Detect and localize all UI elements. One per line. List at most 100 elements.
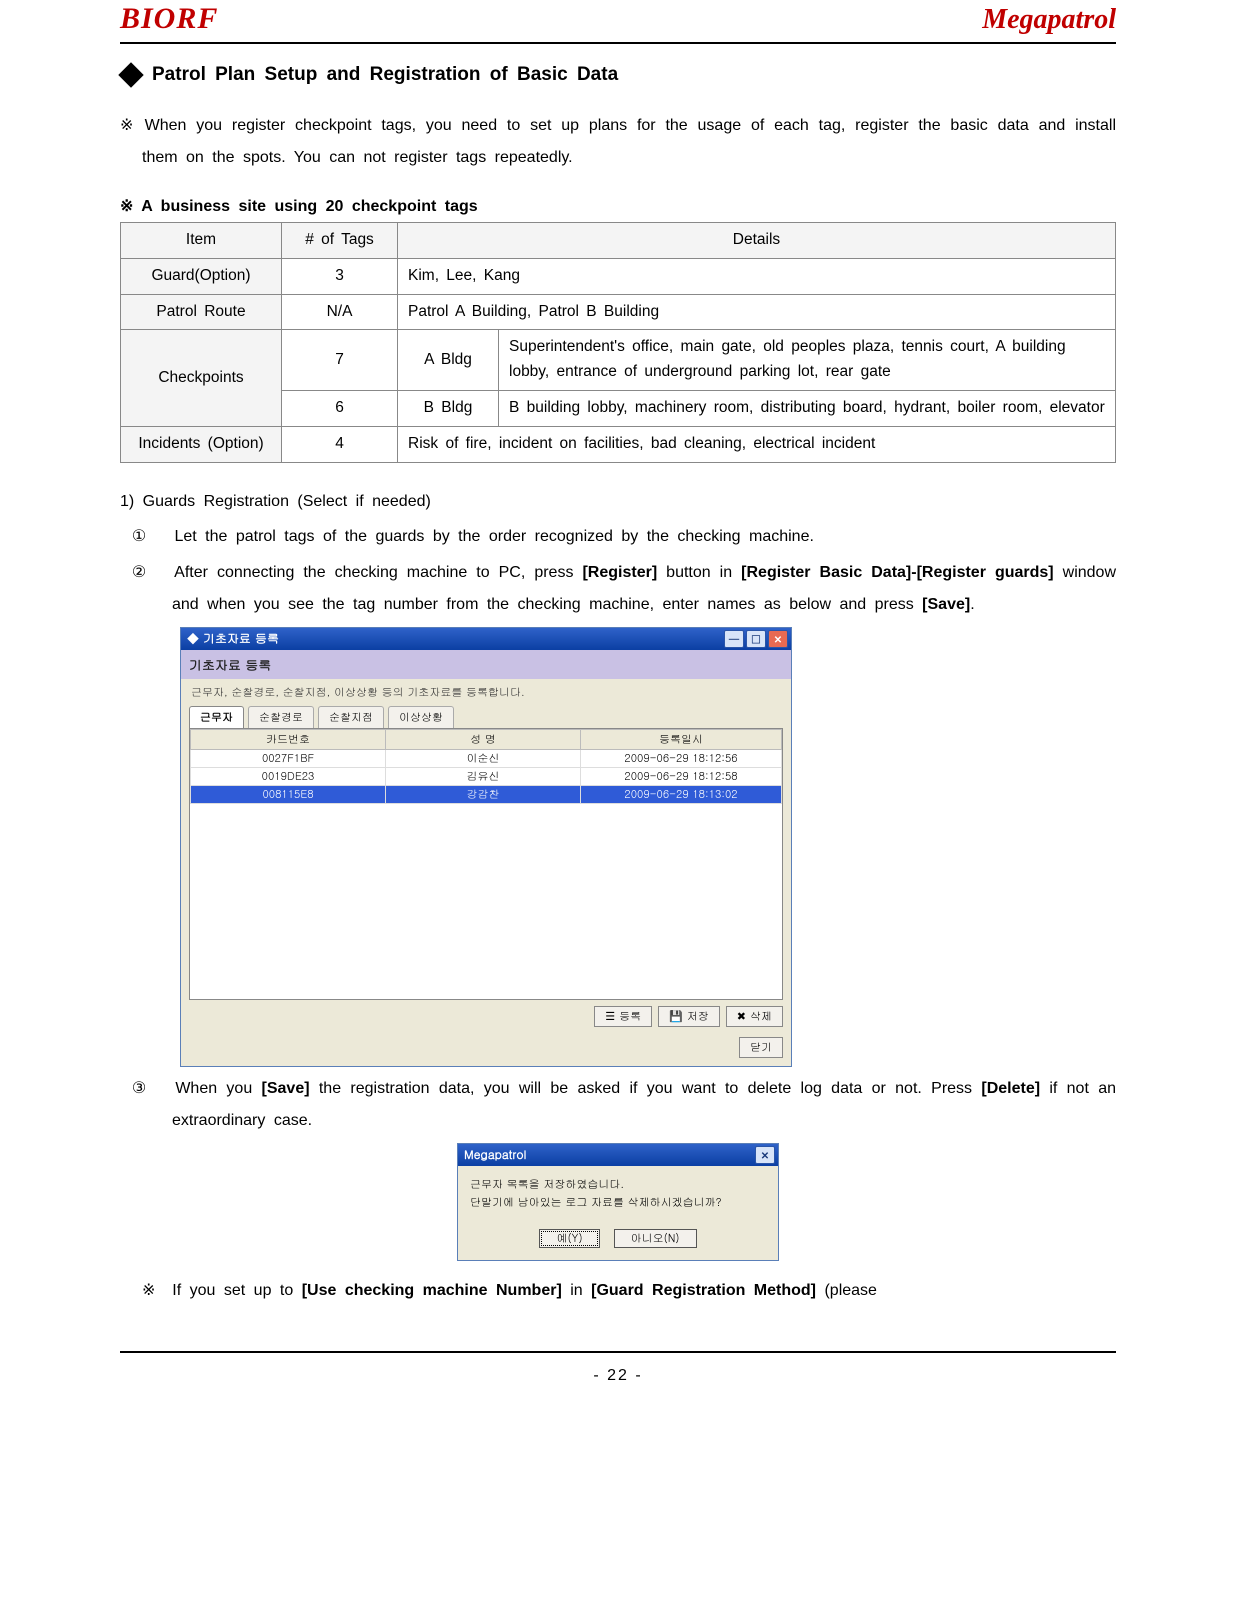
window-title: ◆ 기초자료 등록 xyxy=(187,630,279,647)
table-row: Guard(Option) 3 Kim, Lee, Kang xyxy=(121,258,1116,294)
cell-item: Guard(Option) xyxy=(121,258,282,294)
cell: 2009-06-29 18:13:02 xyxy=(581,785,782,803)
cell: 김유신 xyxy=(386,767,581,785)
footnote: ※ If you set up to [Use checking machine… xyxy=(120,1275,1116,1307)
cell-tags: 3 xyxy=(282,258,398,294)
minimize-button[interactable]: — xyxy=(724,630,744,648)
step-3: ③ When you [Save] the registration data,… xyxy=(120,1073,1116,1137)
step-number: ② xyxy=(142,557,166,589)
window-description: 근무자, 순찰경로, 순찰지점, 이상상황 등의 기초자료를 등록합니다. xyxy=(181,679,791,700)
th-tags: # of Tags xyxy=(282,223,398,259)
cell-details: Risk of fire, incident on facilities, ba… xyxy=(398,426,1116,462)
grid-area: 카드번호 성 명 등록일시 0027F1BF 이순신 2009-06-29 18… xyxy=(189,728,783,1000)
step-1: ① Let the patrol tags of the guards by t… xyxy=(120,521,1116,553)
header-rule xyxy=(120,42,1116,44)
note-text: (please xyxy=(816,1282,877,1299)
th-details: Details xyxy=(398,223,1116,259)
cell: 2009-06-29 18:12:58 xyxy=(581,767,782,785)
bold: [Save] xyxy=(262,1080,310,1097)
window-subtitle: 기초자료 등록 xyxy=(181,650,791,679)
step-text: the registration data, you will be asked… xyxy=(310,1080,982,1097)
step-text: button in xyxy=(657,564,741,581)
col-name: 성 명 xyxy=(386,729,581,749)
brand-left: BIORF xyxy=(120,2,218,36)
section-title-text: Patrol Plan Setup and Registration of Ba… xyxy=(152,64,618,86)
tab-bar: 근무자 순찰경로 순찰지점 이상상황 xyxy=(181,700,791,728)
dialog-close-button[interactable]: ✕ xyxy=(755,1146,775,1164)
cell: 이순신 xyxy=(386,749,581,767)
dialog-titlebar: Megapatrol ✕ xyxy=(458,1144,778,1166)
cell-details: B building lobby, machinery room, distri… xyxy=(499,390,1116,426)
cell: 0027F1BF xyxy=(191,749,386,767)
bold: [Register Basic Data]-[Register guards] xyxy=(741,564,1053,581)
table-row: Patrol Route N/A Patrol A Building, Patr… xyxy=(121,294,1116,330)
confirm-dialog: Megapatrol ✕ 근무자 목록을 저장하였습니다. 단말기에 남아있는 … xyxy=(457,1143,779,1261)
dialog-title: Megapatrol xyxy=(464,1146,526,1163)
dialog-line-1: 근무자 목록을 저장하였습니다. xyxy=(470,1176,766,1195)
cell-item: Patrol Route xyxy=(121,294,282,330)
cell-tags: N/A xyxy=(282,294,398,330)
window-titlebar: ◆ 기초자료 등록 — □ ✕ xyxy=(181,628,791,650)
delete-button[interactable]: ✖삭제 xyxy=(726,1006,783,1027)
brand-right: Megapatrol xyxy=(982,4,1116,36)
step-text: When you xyxy=(175,1080,261,1097)
step-number: ① xyxy=(142,521,166,553)
close-button[interactable]: ✕ xyxy=(768,630,788,648)
data-grid[interactable]: 카드번호 성 명 등록일시 0027F1BF 이순신 2009-06-29 18… xyxy=(190,729,782,804)
bold: [Delete] xyxy=(981,1080,1040,1097)
save-button[interactable]: 💾저장 xyxy=(658,1006,720,1027)
yes-button[interactable]: 예(Y) xyxy=(539,1229,599,1248)
cell-tags: 6 xyxy=(282,390,398,426)
section-title: Patrol Plan Setup and Registration of Ba… xyxy=(120,64,1116,86)
tags-table: Item # of Tags Details Guard(Option) 3 K… xyxy=(120,222,1116,463)
cell-item: Incidents (Option) xyxy=(121,426,282,462)
x-icon: ✖ xyxy=(737,1009,746,1024)
dialog-body: 근무자 목록을 저장하였습니다. 단말기에 남아있는 로그 자료를 삭제하시겠습… xyxy=(458,1166,778,1223)
note-text: If you set up to xyxy=(172,1282,301,1299)
list-icon: ☰ xyxy=(605,1009,615,1024)
tab-points[interactable]: 순찰지점 xyxy=(318,706,384,728)
th-item: Item xyxy=(121,223,282,259)
bold: [Guard Registration Method] xyxy=(591,1282,816,1299)
maximize-button[interactable]: □ xyxy=(746,630,766,648)
bold: [Use checking machine Number] xyxy=(302,1282,562,1299)
tab-routes[interactable]: 순찰경로 xyxy=(248,706,314,728)
step-2: ② After connecting the checking machine … xyxy=(120,557,1116,621)
tab-incidents[interactable]: 이상상황 xyxy=(388,706,454,728)
intro-paragraph: ※ When you register checkpoint tags, you… xyxy=(120,110,1116,174)
register-window: ◆ 기초자료 등록 — □ ✕ 기초자료 등록 근무자, 순찰경로, 순찰지점,… xyxy=(180,627,792,1067)
close-window-button[interactable]: 닫기 xyxy=(739,1037,783,1058)
col-card: 카드번호 xyxy=(191,729,386,749)
cell: 강감찬 xyxy=(386,785,581,803)
cell-tags: 4 xyxy=(282,426,398,462)
disk-icon: 💾 xyxy=(669,1009,683,1024)
step-text: After connecting the checking machine to… xyxy=(174,564,582,581)
footer-rule xyxy=(120,1351,1116,1353)
cell-sub: A Bldg xyxy=(398,330,499,391)
no-button[interactable]: 아니오(N) xyxy=(614,1229,697,1248)
table-row: Checkpoints 7 A Bldg Superintendent's of… xyxy=(121,330,1116,391)
cell: 0019DE23 xyxy=(191,767,386,785)
bold: [Register] xyxy=(582,564,657,581)
cell-details: Kim, Lee, Kang xyxy=(398,258,1116,294)
bold: [Save] xyxy=(922,596,970,613)
grid-row-selected[interactable]: 008115E8 강감찬 2009-06-29 18:13:02 xyxy=(191,785,782,803)
tab-guards[interactable]: 근무자 xyxy=(189,706,244,728)
col-date: 등록일시 xyxy=(581,729,782,749)
cell-tags: 7 xyxy=(282,330,398,391)
step-number: ③ xyxy=(142,1073,166,1105)
diamond-icon xyxy=(118,62,143,87)
cell-details: Patrol A Building, Patrol B Building xyxy=(398,294,1116,330)
table-row: Incidents (Option) 4 Risk of fire, incid… xyxy=(121,426,1116,462)
guards-heading: 1) Guards Registration (Select if needed… xyxy=(120,493,1116,511)
register-button[interactable]: ☰등록 xyxy=(594,1006,652,1027)
cell: 2009-06-29 18:12:56 xyxy=(581,749,782,767)
page-number: - 22 - xyxy=(120,1367,1116,1385)
cell: 008115E8 xyxy=(191,785,386,803)
step-text: Let the patrol tags of the guards by the… xyxy=(174,528,813,545)
note-mark: ※ xyxy=(142,1282,155,1299)
cell-sub: B Bldg xyxy=(398,390,499,426)
grid-row[interactable]: 0027F1BF 이순신 2009-06-29 18:12:56 xyxy=(191,749,782,767)
grid-row[interactable]: 0019DE23 김유신 2009-06-29 18:12:58 xyxy=(191,767,782,785)
note-text: in xyxy=(562,1282,591,1299)
